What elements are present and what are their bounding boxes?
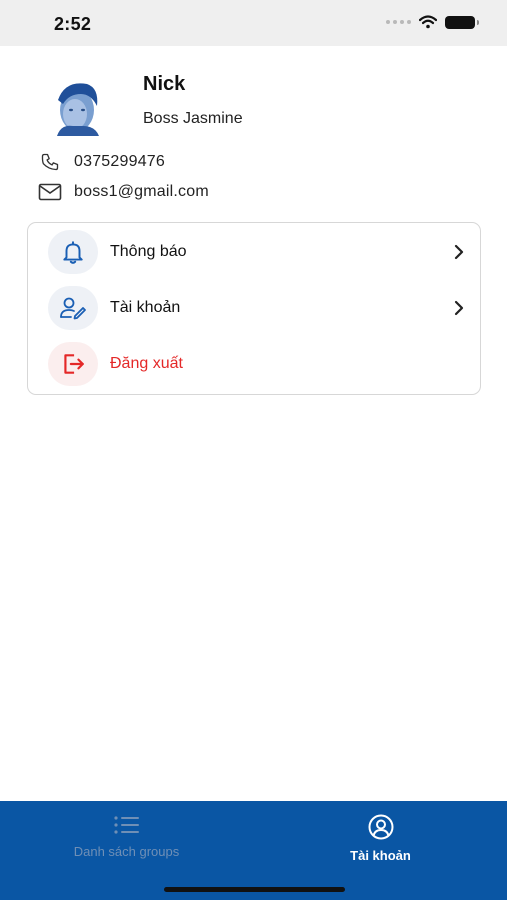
profile-role: Boss Jasmine: [143, 110, 243, 127]
email-address[interactable]: boss1@gmail.com: [74, 183, 209, 201]
battery-icon: [445, 15, 479, 29]
logout-icon: [48, 342, 98, 386]
status-icons: [386, 15, 479, 29]
bell-icon: [48, 230, 98, 274]
status-time: 2:52: [54, 14, 92, 34]
avatar[interactable]: [47, 76, 107, 136]
tab-label: Danh sách groups: [73, 844, 180, 859]
chevron-right-icon: [450, 243, 468, 261]
tab-group-list[interactable]: Danh sách groups: [0, 801, 253, 871]
tab-label: Tài khoản: [350, 848, 411, 863]
bottom-tab-bar: Danh sách groups Tài khoản: [0, 801, 507, 900]
status-bar: 2:52: [0, 0, 507, 46]
signal-icon: [386, 20, 411, 24]
chevron-right-icon: [450, 299, 468, 317]
phone-icon: [38, 152, 62, 172]
email-row: boss1@gmail.com: [38, 182, 209, 202]
menu-item-label: Tài khoản: [110, 299, 181, 316]
list-icon: [113, 816, 139, 834]
menu-item-label: Đăng xuất: [110, 355, 183, 372]
account-menu: Thông báo Tài khoản Đăng xuất: [27, 222, 481, 395]
menu-item-label: Thông báo: [110, 243, 187, 260]
menu-item-account[interactable]: Tài khoản: [48, 286, 468, 330]
user-circle-icon: [368, 814, 393, 840]
phone-row: 0375299476: [38, 152, 165, 172]
wifi-icon: [419, 15, 437, 29]
home-indicator[interactable]: [164, 887, 345, 892]
menu-item-notifications[interactable]: Thông báo: [48, 230, 468, 274]
profile-name: Nick: [143, 73, 186, 95]
menu-item-logout[interactable]: Đăng xuất: [48, 342, 468, 386]
tab-account[interactable]: Tài khoản: [254, 801, 507, 871]
phone-number[interactable]: 0375299476: [74, 153, 165, 171]
mail-icon: [38, 182, 62, 202]
user-edit-icon: [48, 286, 98, 330]
